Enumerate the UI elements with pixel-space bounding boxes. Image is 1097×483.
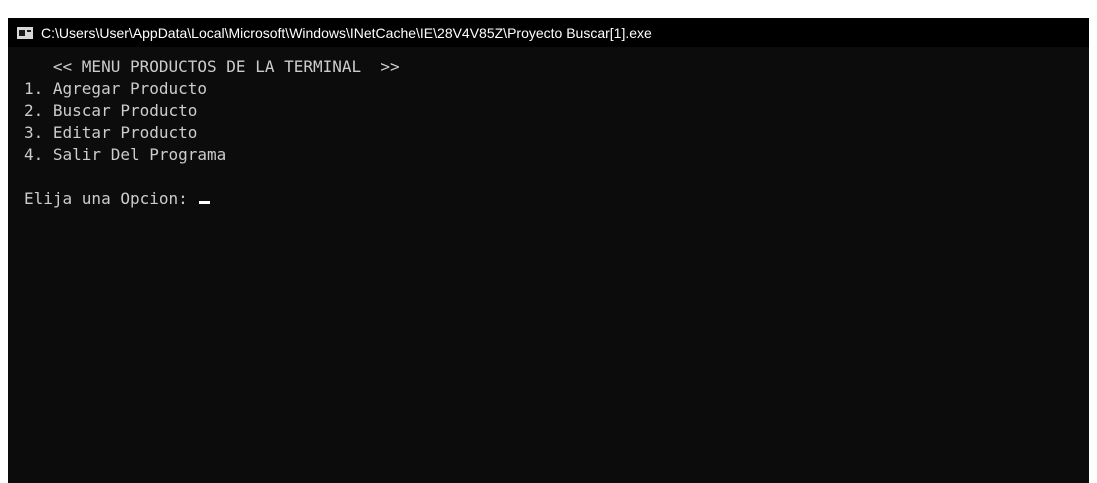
console-app-icon[interactable] xyxy=(17,26,33,39)
menu-header: << MENU PRODUCTOS DE LA TERMINAL >> xyxy=(24,57,400,76)
console-output[interactable]: << MENU PRODUCTOS DE LA TERMINAL >> 1. A… xyxy=(24,56,1074,210)
option-prompt: Elija una Opcion: xyxy=(24,189,198,208)
prompt-line[interactable]: Elija una Opcion: xyxy=(24,188,1074,210)
console-window: C:\Users\User\AppData\Local\Microsoft\Wi… xyxy=(8,18,1089,483)
text-cursor xyxy=(199,201,211,204)
menu-option-3: 3. Editar Producto xyxy=(24,123,198,142)
title-bar[interactable]: C:\Users\User\AppData\Local\Microsoft\Wi… xyxy=(8,18,1089,47)
menu-option-4: 4. Salir Del Programa xyxy=(24,145,227,164)
window-title: C:\Users\User\AppData\Local\Microsoft\Wi… xyxy=(41,24,652,41)
menu-option-2: 2. Buscar Producto xyxy=(24,101,198,120)
menu-option-1: 1. Agregar Producto xyxy=(24,79,208,98)
